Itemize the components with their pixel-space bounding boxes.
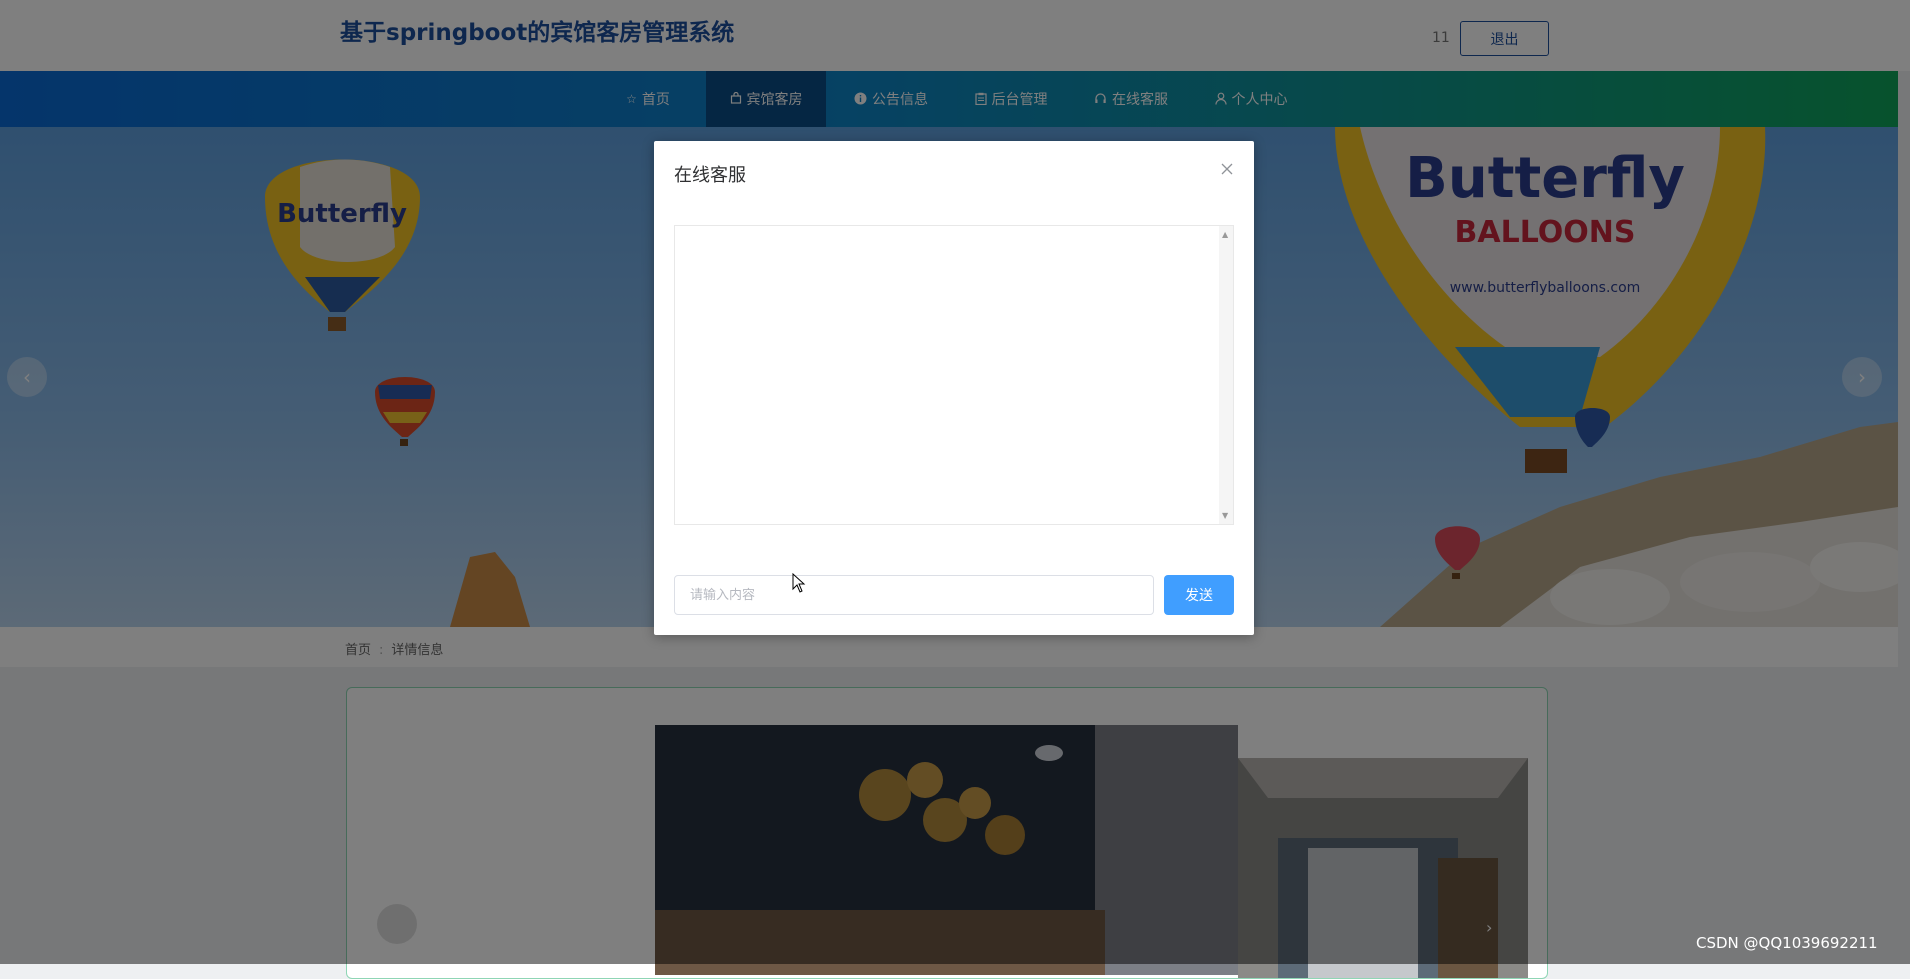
chat-dialog: 在线客服 ▲ ▼ 发送 [654,141,1254,635]
mouse-cursor-icon [792,572,806,597]
chat-message-area[interactable]: ▲ ▼ [674,225,1234,525]
chat-scrollbar[interactable]: ▲ ▼ [1219,226,1233,524]
scroll-down-icon[interactable]: ▼ [1222,511,1228,520]
close-button[interactable] [1215,157,1239,181]
message-input[interactable] [674,575,1154,615]
dialog-title: 在线客服 [674,165,746,186]
watermark: CSDN @QQ1039692211 [1696,934,1878,952]
send-button[interactable]: 发送 [1164,575,1234,615]
close-icon [1221,160,1233,179]
scroll-up-icon[interactable]: ▲ [1222,230,1228,239]
